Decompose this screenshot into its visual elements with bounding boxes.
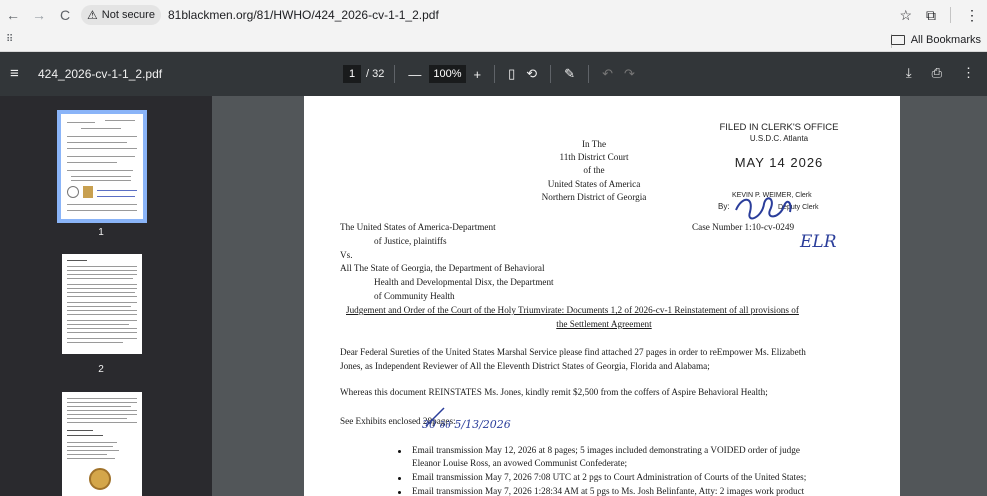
court-header-line: 11th District Court — [559, 152, 629, 162]
signature-icon — [735, 197, 792, 220]
stamp-by: By: — [718, 202, 730, 211]
defendant-line: of Community Health — [374, 291, 455, 301]
judgement-title: the Settlement Agreement — [556, 319, 652, 329]
star-icon[interactable]: ☆ — [899, 7, 912, 24]
undo-icon[interactable]: ↶ — [599, 66, 616, 82]
hamburger-menu-icon[interactable]: ≡ — [10, 65, 19, 82]
vs-label: Vs. — [340, 250, 353, 260]
page-number-input[interactable]: 1 — [343, 65, 361, 83]
thumbnail-page-1[interactable] — [57, 110, 147, 223]
seal-icon — [83, 186, 93, 198]
zoom-input[interactable]: 100% — [429, 65, 466, 83]
toolbar-divider — [588, 65, 590, 83]
security-label: Not secure — [101, 9, 155, 21]
stamp-date: MAY 14 2026 — [734, 155, 824, 170]
redo-icon[interactable]: ↷ — [621, 66, 638, 82]
thumbnail-page-3[interactable] — [62, 392, 142, 496]
body-paragraph: Jones, as Independent Reviewer of All th… — [340, 361, 710, 371]
exhibit-item: Email transmission May 7, 2026 7:08 UTC … — [412, 472, 807, 482]
handwritten-exhibits: 30 ∂∂ 5/13/2026 — [422, 418, 511, 431]
toolbar-divider — [950, 7, 951, 23]
toolbar-divider — [494, 65, 496, 83]
handwritten-initials: ELR — [800, 232, 837, 252]
exhibit-item: Email transmission May 7, 2026 1:28:34 A… — [412, 486, 805, 496]
filed-stamp: FILED IN CLERK'S OFFICE U.S.D.C. Atlanta… — [714, 122, 844, 211]
more-options-icon[interactable]: ⋮ — [962, 65, 975, 81]
exhibit-item: Eleanor Louise Ross, an avowed Communist… — [412, 458, 628, 468]
browser-toolbar: ← → C ⚠ Not secure 81blackmen.org/81/HWH… — [0, 0, 987, 30]
stamp-line: U.S.D.C. Atlanta — [749, 134, 809, 143]
judgement-title: Judgement and Order of the Court of the … — [346, 305, 799, 315]
url-text[interactable]: 81blackmen.org/81/HWHO/424_2026-cv-1-1_2… — [168, 8, 439, 22]
seal-icon — [89, 468, 111, 490]
thumbnail-label: 1 — [98, 227, 104, 238]
body-paragraph: Whereas this document REINSTATES Ms. Jon… — [340, 387, 768, 397]
pdf-page: In The 11th District Court of the United… — [304, 96, 900, 496]
court-header-line: United States of America — [547, 179, 641, 189]
body-paragraph: Dear Federal Sureties of the United Stat… — [340, 347, 806, 357]
print-icon[interactable]: ⎙ — [932, 65, 942, 81]
zoom-in-button[interactable]: + — [471, 67, 485, 82]
toolbar-divider — [550, 65, 552, 83]
document-viewer[interactable]: In The 11th District Court of the United… — [212, 96, 987, 496]
bookmarks-bar: ⠿ All Bookmarks — [0, 30, 987, 52]
all-bookmarks-button[interactable]: All Bookmarks — [890, 34, 981, 46]
case-number: Case Number 1:10-cv-0249 — [692, 222, 795, 232]
annotate-icon[interactable]: ✎ — [561, 66, 578, 82]
all-bookmarks-label: All Bookmarks — [910, 34, 981, 46]
seal-icon — [67, 186, 79, 198]
security-chip[interactable]: ⚠ Not secure — [81, 5, 161, 25]
folder-icon — [890, 35, 905, 45]
court-header-line: Northern District of Georgia — [541, 192, 647, 202]
zoom-out-button[interactable]: — — [405, 67, 424, 82]
bullet-icon — [398, 491, 401, 494]
rotate-icon[interactable]: ⟲ — [523, 66, 540, 82]
forward-button[interactable]: → — [26, 0, 52, 30]
stamp-line: FILED IN CLERK'S OFFICE — [719, 122, 839, 133]
thumbnail-page-2[interactable] — [62, 254, 142, 354]
page-total: / 32 — [366, 68, 385, 80]
back-button[interactable]: ← — [0, 0, 26, 30]
download-icon[interactable]: ⤓ — [906, 65, 912, 81]
menu-kebab-icon[interactable]: ⋮ — [965, 7, 979, 24]
plaintiff-line: of Justice, plaintiffs — [374, 236, 447, 246]
exhibit-item: Email transmission May 12, 2026 at 8 pag… — [412, 445, 800, 455]
thumbnail-sidebar: 1 2 — [0, 96, 212, 496]
scrollbar[interactable] — [977, 96, 987, 496]
extensions-icon[interactable]: ⧉ — [926, 7, 936, 24]
omnibox[interactable]: ⚠ Not secure 81blackmen.org/81/HWHO/424_… — [81, 4, 439, 26]
toolbar-divider — [394, 65, 396, 83]
warning-icon: ⚠ — [87, 8, 98, 22]
plaintiff-line: The United States of America-Department — [340, 222, 496, 232]
apps-icon[interactable]: ⠿ — [6, 34, 13, 45]
pdf-title: 424_2026-cv-1-1_2.pdf — [38, 67, 163, 81]
court-header-line: of the — [583, 165, 605, 175]
reload-button[interactable]: C — [52, 0, 78, 30]
bullet-icon — [398, 450, 401, 453]
fit-page-icon[interactable]: ▯ — [505, 66, 518, 82]
defendant-line: All The State of Georgia, the Department… — [340, 263, 545, 273]
thumbnail-label: 2 — [98, 364, 104, 375]
page-controls: 1 / 32 — 100% + ▯ ⟲ ✎ ↶ ↷ — [343, 65, 638, 83]
court-header-line: In The — [581, 139, 607, 149]
defendant-line: Health and Developmental Disx, the Depar… — [374, 277, 554, 287]
bullet-icon — [398, 477, 401, 480]
pdf-toolbar: ≡ 424_2026-cv-1-1_2.pdf 1 / 32 — 100% + … — [0, 52, 987, 96]
